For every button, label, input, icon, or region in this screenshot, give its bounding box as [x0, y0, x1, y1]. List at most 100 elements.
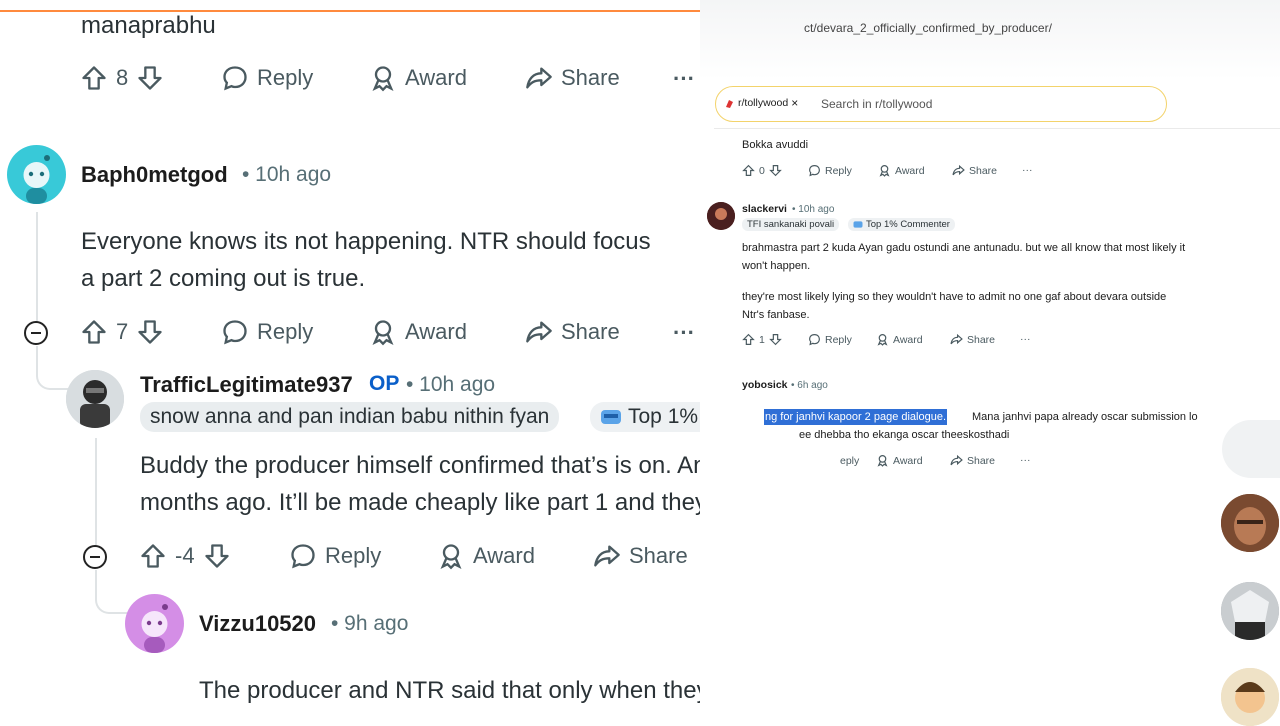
share-button[interactable]: Share [525, 318, 620, 346]
share-label: Share [561, 319, 620, 344]
avatar[interactable] [707, 202, 735, 230]
comment-body: won't happen. [742, 260, 811, 272]
comment-timestamp: • 9h ago [331, 612, 409, 635]
upvote-button[interactable]: 1 [742, 333, 782, 346]
thread-line [36, 212, 38, 322]
reply-label: Reply [825, 164, 852, 177]
share-button[interactable]: Share [950, 454, 995, 467]
user-avatar-icon [707, 202, 735, 230]
share-button[interactable]: Share [525, 64, 620, 92]
downvote-icon[interactable] [769, 164, 782, 177]
comment-body: Ntr's fanbase. [742, 309, 810, 321]
upvote-icon [82, 320, 106, 344]
reply-label: Reply [825, 333, 852, 346]
reply-button[interactable]: Reply [808, 164, 852, 177]
award-button[interactable]: Award [437, 542, 535, 570]
comment-author[interactable]: Vizzu10520 [199, 611, 316, 637]
award-icon [879, 165, 890, 177]
snoo-avatar-icon [141, 604, 168, 653]
reply-icon [291, 544, 315, 569]
reply-button[interactable]: Reply [221, 318, 313, 346]
reply-button[interactable]: Reply [289, 542, 381, 570]
reply-button[interactable]: Reply [808, 333, 852, 346]
collapse-thread-button[interactable] [83, 545, 107, 569]
reply-label: Reply [257, 65, 314, 90]
reply-button[interactable]: eply [840, 455, 859, 467]
more-options-button[interactable]: ··· [673, 320, 695, 346]
downvote-icon[interactable] [136, 64, 164, 92]
downvote-icon[interactable] [203, 542, 231, 570]
upvote-button[interactable]: 0 [742, 164, 782, 177]
share-icon [526, 67, 552, 89]
award-icon [372, 66, 394, 92]
avatar[interactable] [125, 594, 184, 653]
anime-avatar-icon [1221, 582, 1279, 640]
upvote-button[interactable]: -4 [139, 542, 231, 570]
vote-count: 0 [759, 164, 765, 177]
search-divider [714, 128, 1280, 129]
avatar[interactable] [66, 370, 124, 428]
award-button[interactable]: Award [878, 164, 925, 177]
share-icon [952, 164, 965, 176]
reply-icon [223, 66, 247, 91]
award-label: Award [895, 164, 925, 177]
share-button[interactable]: Share [950, 333, 995, 346]
award-label: Award [893, 333, 923, 346]
comment-body: ee dhebba tho ekanga oscar theeskosthadi [799, 429, 1010, 441]
avatar[interactable] [1221, 582, 1279, 640]
comment-body: Mana janhvi papa already oscar submissio… [972, 411, 1198, 423]
subreddit-chip[interactable]: r/tollywood × [724, 96, 798, 110]
address-bar-url[interactable]: ct/devara_2_officially_confirmed_by_prod… [804, 21, 1052, 35]
user-flair: snow anna and pan indian babu nithin fya… [140, 402, 560, 432]
award-button[interactable]: Award [876, 454, 923, 467]
selected-text-highlight[interactable]: ng for janhvi kapoor 2 page dialogue. [764, 409, 948, 425]
upvote-icon [82, 66, 106, 90]
award-button[interactable]: Award [369, 318, 467, 346]
subreddit-icon [726, 99, 733, 108]
award-button[interactable]: Award [876, 333, 923, 346]
share-button[interactable]: Share [593, 542, 688, 570]
upvote-button[interactable]: 7 [80, 318, 164, 346]
badge-label: Top 1% Commenter [866, 219, 950, 230]
comment-author[interactable]: TrafficLegitimate937 [140, 372, 353, 398]
avatar[interactable] [7, 145, 66, 204]
thread-connector [95, 570, 127, 614]
share-button[interactable]: Share [952, 164, 997, 177]
downvote-icon[interactable] [136, 318, 164, 346]
award-label: Award [405, 65, 467, 90]
comment-author[interactable]: Baph0metgod [81, 162, 228, 188]
floating-panel [1222, 420, 1280, 478]
comment-author[interactable]: yobosick [742, 379, 788, 391]
more-options-button[interactable]: ··· [673, 66, 695, 92]
vote-count: 1 [759, 333, 765, 346]
collapse-thread-button[interactable] [24, 321, 48, 345]
reply-icon [809, 334, 820, 346]
more-options-button[interactable]: ··· [1020, 454, 1031, 466]
award-icon [877, 455, 888, 467]
reply-icon [223, 320, 247, 345]
more-options-button[interactable]: ··· [1020, 333, 1031, 345]
upvote-button[interactable]: 8 [80, 64, 164, 92]
reply-label: Reply [325, 543, 382, 568]
vote-count: 8 [116, 65, 129, 90]
avatar[interactable] [1221, 668, 1279, 726]
award-button[interactable]: Award [369, 64, 467, 92]
top-commenter-badge: Top 1% Commenter [848, 218, 955, 231]
comment-timestamp: • 10h ago [792, 204, 835, 215]
comment-timestamp: • 10h ago [406, 373, 496, 396]
commenter-badge-icon [853, 221, 863, 228]
downvote-icon[interactable] [769, 333, 782, 346]
chip-close-icon[interactable]: × [791, 96, 798, 110]
upvote-icon [742, 333, 755, 345]
share-icon [950, 333, 963, 345]
comment-author[interactable]: slackervi [742, 203, 787, 215]
avatar[interactable] [1221, 494, 1279, 552]
user-flair: TFI sankanaki povali [742, 218, 840, 231]
thread-connector [36, 346, 68, 390]
face-avatar-icon [1221, 494, 1279, 552]
search-input[interactable]: Search in r/tollywood [821, 97, 932, 111]
more-options-button[interactable]: ··· [1022, 164, 1033, 176]
reply-button[interactable]: Reply [221, 64, 313, 92]
share-label: Share [969, 164, 998, 177]
vote-count: -4 [175, 543, 195, 568]
